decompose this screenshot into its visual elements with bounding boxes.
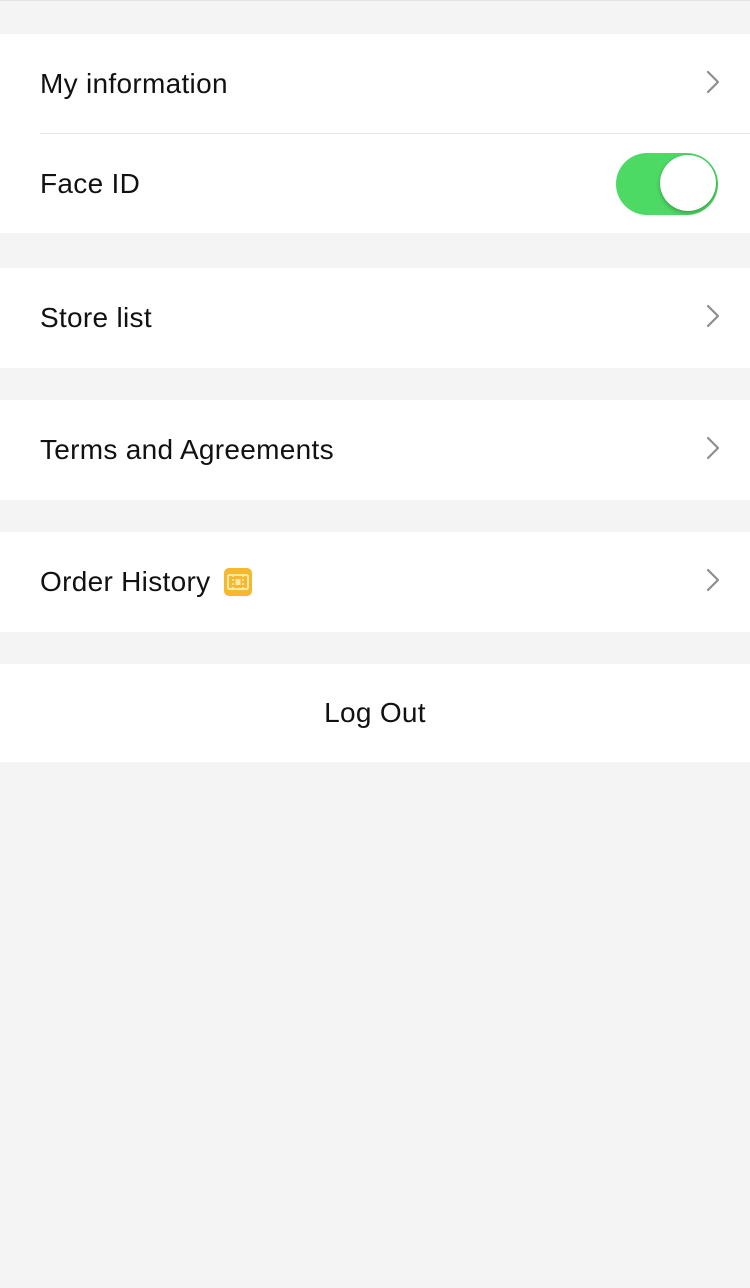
- account-group: My information Face ID: [0, 34, 750, 233]
- top-divider: [0, 0, 750, 1]
- order-history-row[interactable]: Order History: [0, 532, 750, 632]
- logout-label: Log Out: [324, 697, 426, 728]
- face-id-row: Face ID: [0, 134, 750, 233]
- chevron-right-icon: [706, 568, 720, 592]
- ticket-icon: [224, 568, 253, 596]
- chevron-right-icon: [706, 70, 720, 94]
- terms-label: Terms and Agreements: [40, 434, 334, 465]
- store-group: Store list: [0, 268, 750, 368]
- face-id-label: Face ID: [40, 167, 141, 199]
- chevron-right-icon: [706, 436, 720, 460]
- my-information-row[interactable]: My information: [0, 34, 750, 134]
- order-history-label: Order History: [40, 566, 211, 597]
- face-id-toggle[interactable]: [616, 152, 718, 215]
- store-list-label: Store list: [40, 302, 152, 333]
- store-list-row[interactable]: Store list: [0, 268, 750, 368]
- my-information-label: My information: [40, 68, 228, 99]
- logout-group: Log Out: [0, 664, 750, 762]
- order-group: Order History: [0, 532, 750, 632]
- toggle-knob: [660, 154, 716, 211]
- terms-group: Terms and Agreements: [0, 400, 750, 500]
- logout-button[interactable]: Log Out: [0, 664, 750, 762]
- chevron-right-icon: [706, 304, 720, 328]
- terms-row[interactable]: Terms and Agreements: [0, 400, 750, 500]
